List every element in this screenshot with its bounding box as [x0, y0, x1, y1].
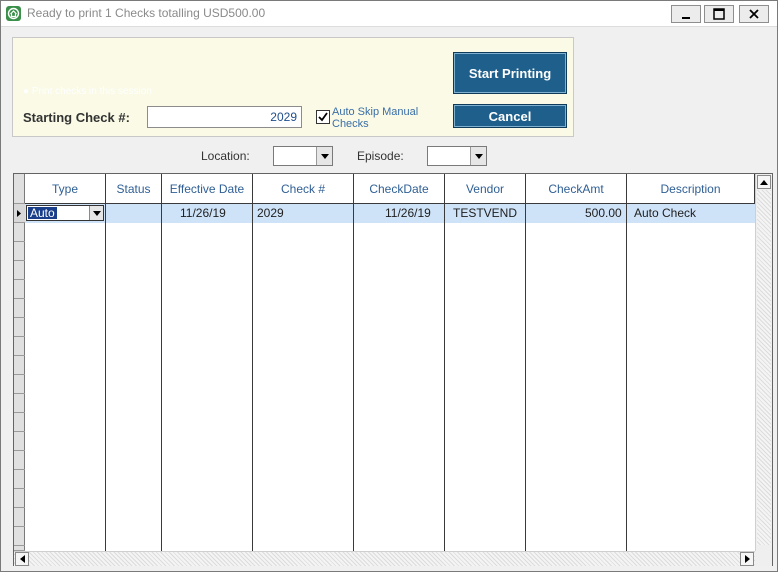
chevron-down-icon[interactable] — [89, 206, 103, 220]
horizontal-scrollbar[interactable] — [14, 551, 755, 566]
record-selector[interactable] — [14, 527, 25, 546]
col-header-check-amt[interactable]: CheckAmt — [526, 174, 627, 204]
location-label: Location: — [201, 149, 250, 163]
record-selector[interactable] — [14, 451, 25, 470]
col-header-type[interactable]: Type — [25, 174, 106, 204]
episode-dropdown[interactable] — [427, 146, 487, 166]
scroll-left-icon[interactable] — [15, 552, 29, 566]
maximize-icon — [713, 8, 725, 20]
cell-vendor[interactable]: TESTVEND — [453, 206, 517, 220]
print-checks-window: Ready to print 1 Checks totalling USD500… — [0, 0, 778, 572]
close-icon — [749, 9, 759, 19]
cell-check-amt[interactable]: 500.00 — [585, 206, 622, 220]
record-selector[interactable] — [14, 299, 25, 318]
record-selector[interactable] — [14, 356, 25, 375]
start-printing-button[interactable]: Start Printing — [453, 52, 567, 94]
chevron-down-icon[interactable] — [470, 147, 486, 165]
print-options-panel: ● Print checks in this session Starting … — [12, 37, 574, 137]
col-header-description[interactable]: Description — [627, 174, 755, 204]
maximize-button[interactable] — [704, 5, 734, 23]
col-header-check-date[interactable]: CheckDate — [354, 174, 445, 204]
cell-effective-date[interactable]: 11/26/19 — [180, 206, 226, 220]
auto-skip-checkbox[interactable] — [316, 110, 330, 124]
record-selector[interactable] — [14, 337, 25, 356]
record-selector[interactable] — [14, 280, 25, 299]
record-selector[interactable] — [14, 470, 25, 489]
location-dropdown[interactable] — [273, 146, 333, 166]
col-header-status[interactable]: Status — [106, 174, 162, 204]
scrollbar-corner — [755, 551, 772, 566]
record-selector[interactable] — [14, 318, 25, 337]
record-selector[interactable] — [14, 508, 25, 527]
record-selector[interactable] — [14, 432, 25, 451]
minimize-icon — [682, 17, 690, 19]
faint-note: ● Print checks in this session — [23, 86, 152, 97]
record-selector[interactable] — [14, 242, 25, 261]
cell-check-date[interactable]: 11/26/19 — [385, 206, 431, 220]
checkmark-icon — [318, 112, 328, 122]
record-selector-column[interactable] — [14, 174, 25, 551]
current-record-selector[interactable] — [14, 204, 25, 223]
close-button[interactable] — [739, 5, 769, 23]
cancel-button[interactable]: Cancel — [453, 104, 567, 128]
record-selector[interactable] — [14, 375, 25, 394]
record-selector[interactable] — [14, 261, 25, 280]
starting-check-label: Starting Check #: — [23, 110, 130, 125]
vertical-scrollbar[interactable] — [755, 174, 772, 551]
record-selector[interactable] — [14, 413, 25, 432]
starting-check-input[interactable] — [147, 106, 302, 128]
scroll-right-icon[interactable] — [740, 552, 754, 566]
app-house-icon — [6, 6, 21, 21]
checks-grid: Type Status Effective Date Check # Check… — [13, 173, 773, 566]
record-selector[interactable] — [14, 489, 25, 508]
type-dropdown[interactable]: Auto — [26, 205, 104, 221]
scroll-up-icon[interactable] — [757, 175, 771, 189]
episode-label: Episode: — [357, 149, 404, 163]
record-selector[interactable] — [14, 394, 25, 413]
col-header-check-no[interactable]: Check # — [253, 174, 354, 204]
col-header-vendor[interactable]: Vendor — [445, 174, 526, 204]
vertical-scroll-track[interactable] — [757, 190, 771, 545]
type-value: Auto — [28, 206, 57, 220]
select-all-corner[interactable] — [14, 174, 25, 204]
record-selector[interactable] — [14, 223, 25, 242]
current-record-arrow-icon — [17, 210, 21, 217]
col-header-effective-date[interactable]: Effective Date — [162, 174, 253, 204]
cell-description[interactable]: Auto Check — [634, 206, 696, 220]
chevron-down-icon[interactable] — [316, 147, 332, 165]
window-title: Ready to print 1 Checks totalling USD500… — [27, 6, 266, 20]
cell-check-no[interactable]: 2029 — [257, 206, 284, 220]
minimize-button[interactable] — [671, 5, 701, 23]
grid-rows: Auto 11/26/19 2029 11/26/19 TESTVEND 500… — [25, 204, 755, 551]
title-bar[interactable]: Ready to print 1 Checks totalling USD500… — [1, 1, 777, 27]
auto-skip-label[interactable]: Auto Skip Manual Checks — [332, 106, 432, 130]
